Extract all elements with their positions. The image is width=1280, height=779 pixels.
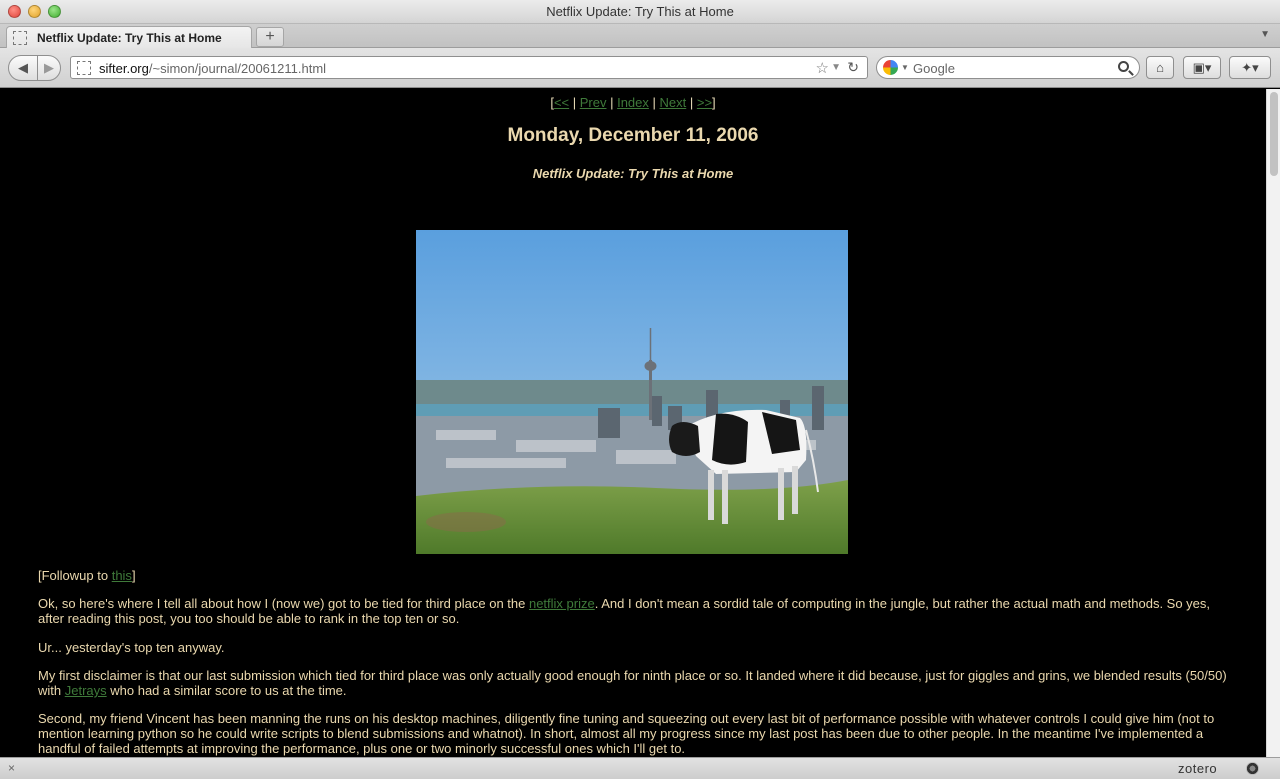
url-input[interactable]: sifter.org/~simon/journal/20061211.html … <box>70 56 868 79</box>
site-identity-icon[interactable] <box>77 61 91 75</box>
new-tab-button[interactable]: + <box>256 27 284 47</box>
url-text: sifter.org/~simon/journal/20061211.html <box>99 61 326 76</box>
next-link[interactable]: Next <box>660 95 687 110</box>
journal-nav: [<< | Prev | Index | Next | >>] <box>550 95 716 110</box>
status-bar: × zotero <box>0 757 1280 779</box>
followup-prefix: [Followup to <box>38 568 112 583</box>
google-engine-icon[interactable] <box>883 60 898 75</box>
engine-dropdown-icon[interactable]: ▼ <box>901 63 909 72</box>
followup-paragraph: [Followup to this] <box>38 568 1230 583</box>
close-addon-bar-icon[interactable]: × <box>8 761 15 775</box>
cow-city-photo <box>416 230 848 554</box>
prev-link[interactable]: Prev <box>580 95 607 110</box>
followup-link[interactable]: this <box>112 568 132 583</box>
back-button[interactable]: ◀ <box>8 55 38 81</box>
tab-bar: Netflix Update: Try This at Home + ▼ <box>0 24 1280 48</box>
home-button[interactable]: ⌂ <box>1146 56 1174 79</box>
intro-text-before: Ok, so here's where I tell all about how… <box>38 596 529 611</box>
search-input[interactable]: ▼ Google <box>876 56 1140 79</box>
scrollbar-thumb[interactable] <box>1270 92 1278 176</box>
tab-active[interactable]: Netflix Update: Try This at Home <box>6 26 252 48</box>
zotero-button[interactable]: zotero <box>1178 761 1217 776</box>
forward-button[interactable]: ▶ <box>37 55 61 81</box>
jetrays-link[interactable]: Jetrays <box>65 683 107 698</box>
intro-paragraph: Ok, so here's where I tell all about how… <box>38 596 1230 626</box>
page-content: [<< | Prev | Index | Next | >>] Monday, … <box>0 89 1266 757</box>
search-icon[interactable] <box>1118 61 1129 72</box>
url-path: /~simon/journal/20061211.html <box>148 61 327 76</box>
netflix-prize-link[interactable]: netflix prize <box>529 596 595 611</box>
addon-button[interactable]: ✦▾ <box>1229 56 1271 79</box>
tab-list-icon[interactable]: ▼ <box>1260 29 1270 40</box>
page-favicon-icon <box>13 31 27 45</box>
navigation-toolbar: ◀ ▶ sifter.org/~simon/journal/20061211.h… <box>0 48 1280 88</box>
history-dropdown-icon[interactable]: ▼ <box>831 62 841 73</box>
post-date: Monday, December 11, 2006 <box>507 125 759 146</box>
post-title: Netflix Update: Try This at Home <box>532 166 734 181</box>
vertical-scrollbar[interactable] <box>1266 89 1280 757</box>
status-indicator-icon[interactable] <box>1246 762 1259 775</box>
index-link[interactable]: Index <box>617 95 649 110</box>
search-placeholder: Google <box>913 61 955 76</box>
first-link[interactable]: << <box>554 95 569 110</box>
bookmarks-button[interactable]: ▣▾ <box>1183 56 1221 79</box>
followup-suffix: ] <box>131 568 136 583</box>
disclaimer-paragraph: My first disclaimer is that our last sub… <box>38 668 1230 698</box>
window-titlebar: Netflix Update: Try This at Home <box>0 0 1280 24</box>
disclaimer-text-after: who had a similar score to us at the tim… <box>106 683 347 698</box>
reload-icon[interactable]: ↻ <box>847 59 859 76</box>
bookmark-star-icon[interactable]: ☆ <box>816 59 829 77</box>
aside-paragraph: Ur... yesterday's top ten anyway. <box>38 640 225 655</box>
url-host: sifter.org <box>99 61 149 76</box>
window-title: Netflix Update: Try This at Home <box>546 4 734 19</box>
last-link[interactable]: >> <box>697 95 712 110</box>
tab-label: Netflix Update: Try This at Home <box>37 31 222 45</box>
second-paragraph: Second, my friend Vincent has been manni… <box>38 711 1215 756</box>
